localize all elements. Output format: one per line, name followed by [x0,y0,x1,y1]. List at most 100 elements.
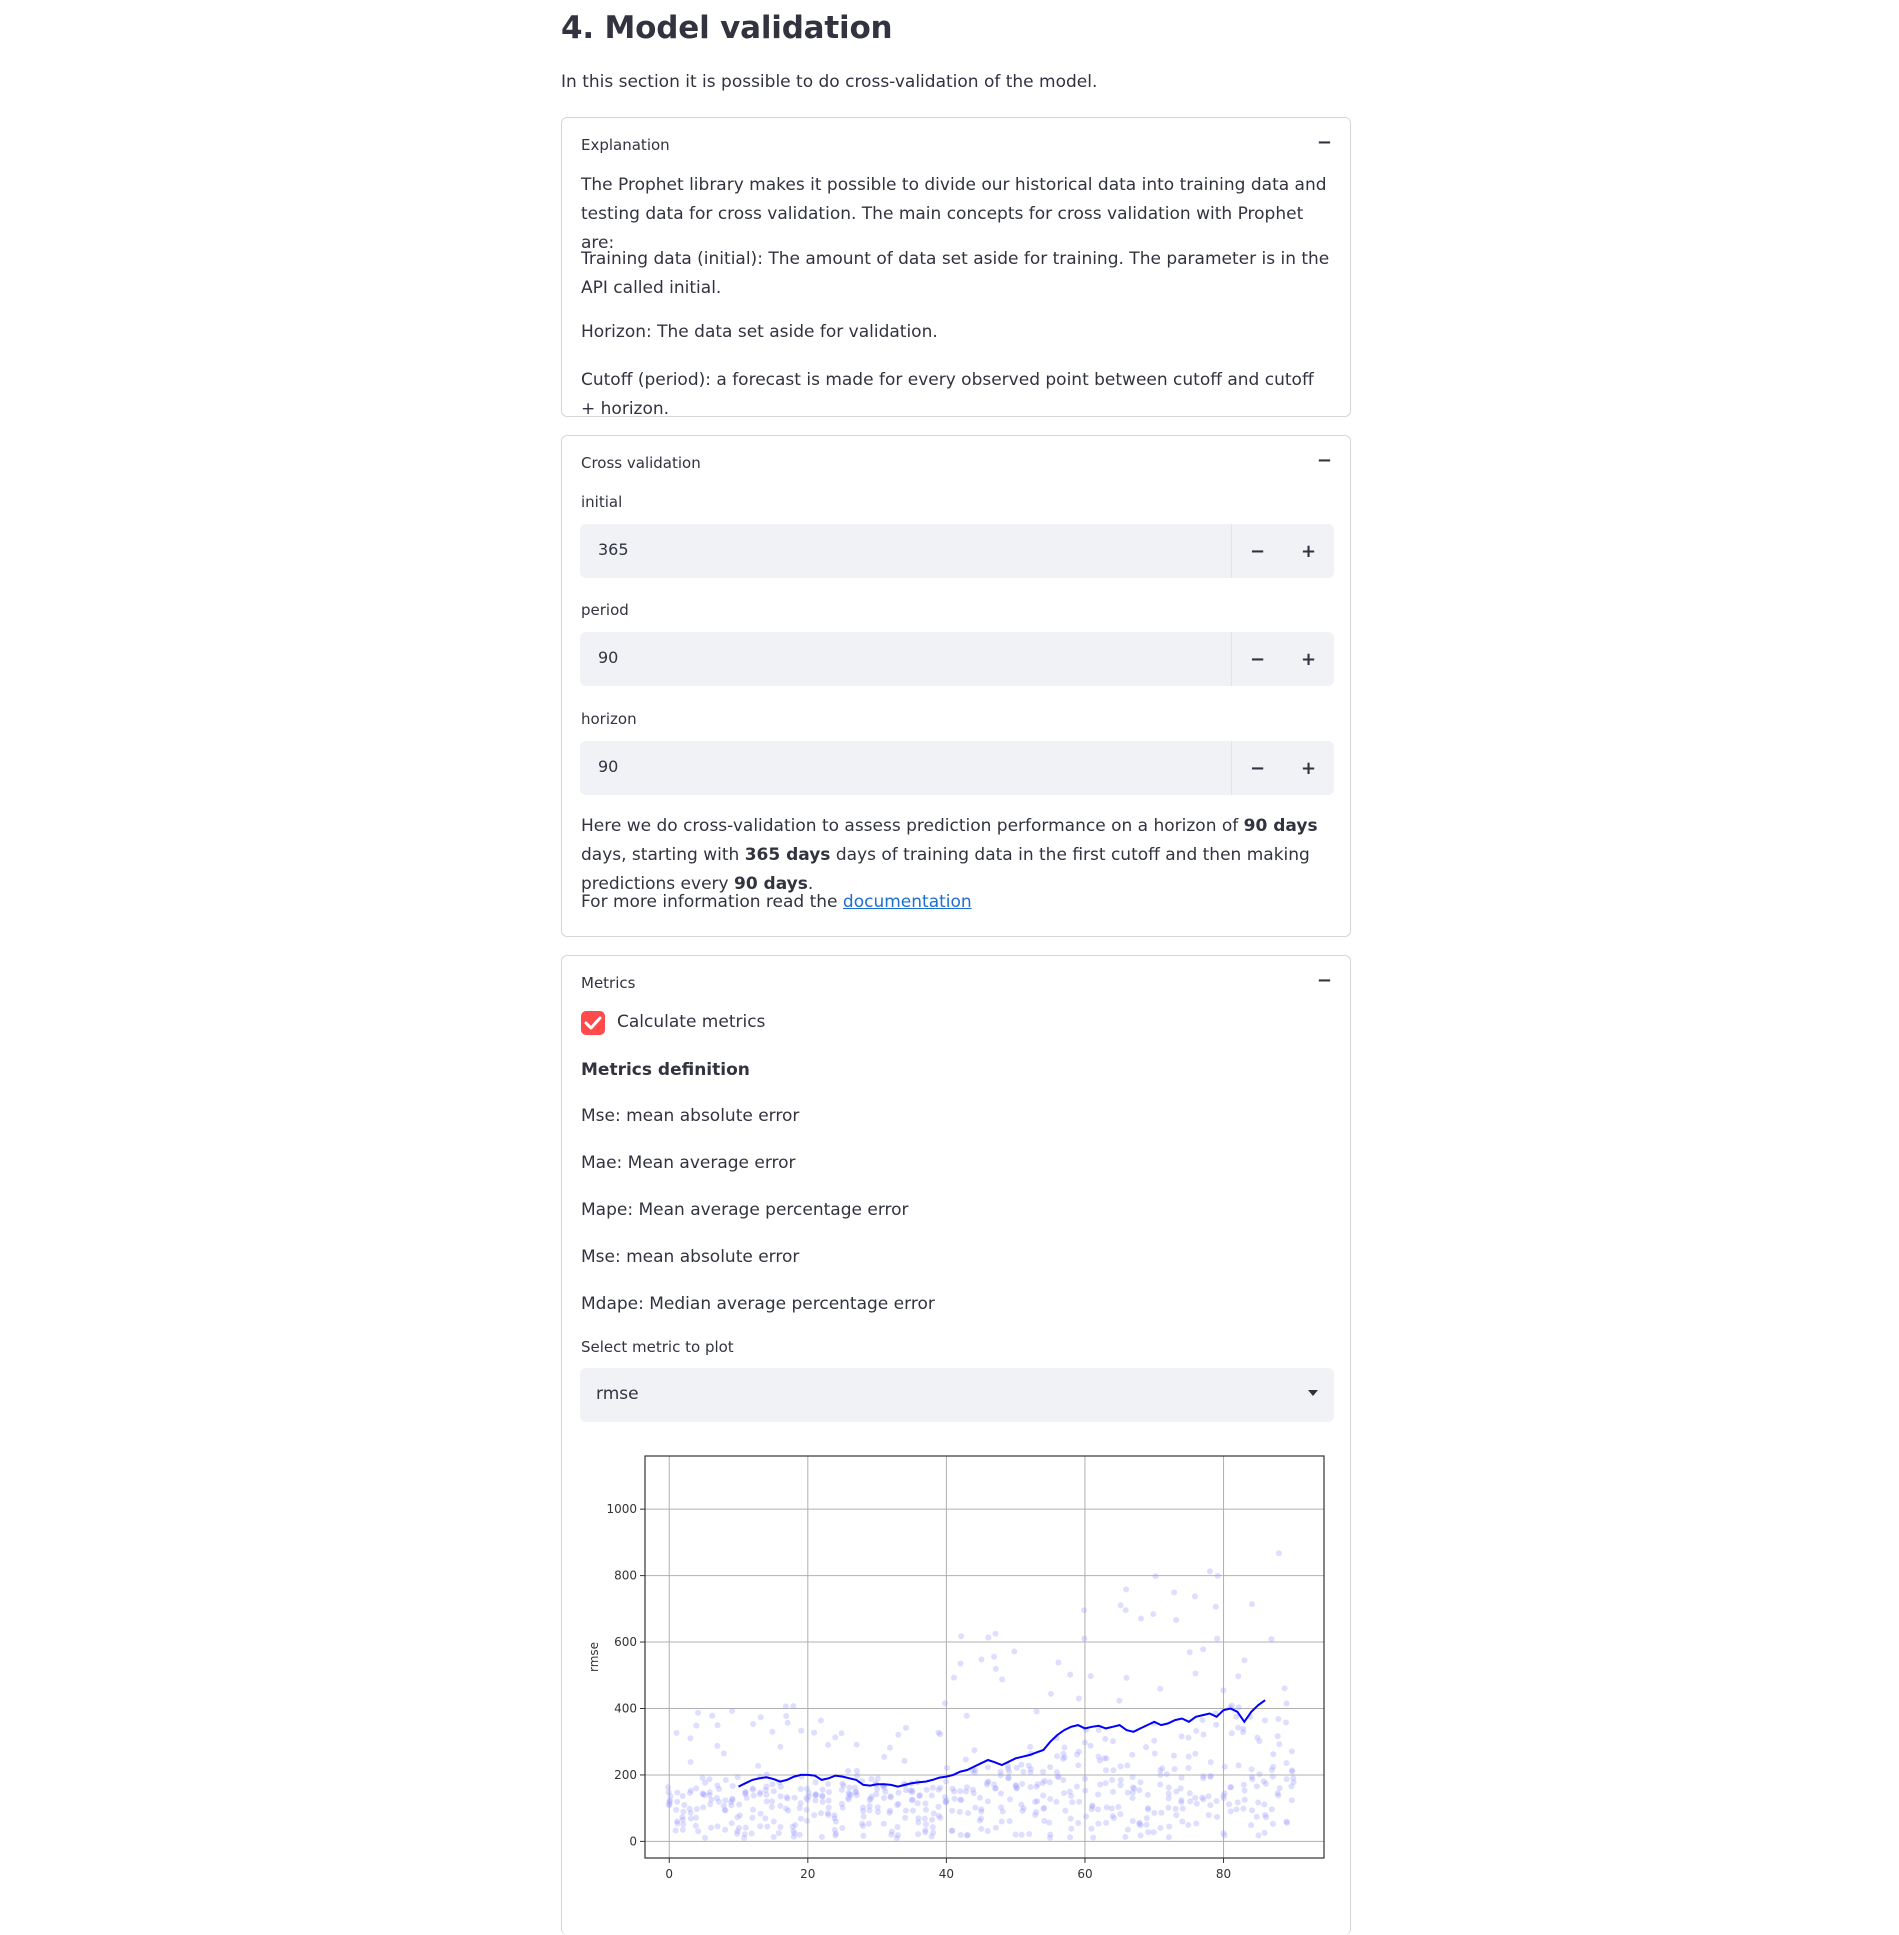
scatter-point [819,1798,826,1805]
scatter-point [1205,1811,1212,1818]
scatter-point [680,1808,687,1815]
scatter-point [1110,1767,1117,1774]
scatter-point [706,1789,713,1796]
scatter-point [720,1750,727,1757]
increment-button[interactable]: + [1283,741,1334,795]
scatter-point [1047,1690,1054,1697]
scatter-point [791,1830,798,1837]
cross-validation-header[interactable]: Cross validation [581,454,701,472]
checkmark-icon [584,1016,602,1030]
scatter-point [838,1730,845,1737]
scatter-point [1283,1700,1290,1707]
decrement-button[interactable]: − [1231,632,1283,686]
scatter-point [729,1782,736,1789]
scatter-point [1062,1807,1069,1814]
horizon-value[interactable]: 90 [598,757,618,776]
metric-select[interactable]: rmse [580,1368,1334,1422]
documentation-link[interactable]: documentation [843,892,972,912]
increment-button[interactable]: + [1283,632,1334,686]
metrics-header[interactable]: Metrics [581,974,635,992]
calculate-metrics-checkbox[interactable] [581,1011,605,1035]
scatter-point [1102,1735,1109,1742]
scatter-point [812,1791,819,1798]
metric-select-value[interactable]: rmse [596,1384,639,1404]
increment-button[interactable]: + [1283,524,1334,578]
scatter-point [895,1731,902,1738]
scatter-point [1275,1792,1282,1799]
decrement-button[interactable]: − [1231,741,1283,795]
scatter-point [686,1805,693,1812]
scatter-point [819,1793,826,1800]
scatter-point [984,1764,991,1771]
scatter-point [1288,1797,1295,1804]
scatter-point [1006,1768,1013,1775]
scatter-point [1187,1798,1194,1805]
scatter-point [1200,1646,1207,1653]
scatter-point [1269,1773,1276,1780]
y-tick-label: 800 [614,1569,637,1583]
more-info: For more information read the documentat… [581,888,1331,917]
scatter-point [929,1816,936,1823]
scatter-point [818,1833,825,1840]
scatter-point [714,1823,721,1830]
scatter-point [768,1803,775,1810]
scatter-point [1193,1820,1200,1827]
scatter-point [950,1674,957,1681]
period-number-input[interactable]: 90 − + [580,632,1334,686]
scatter-point [722,1826,729,1833]
collapse-icon[interactable]: − [1317,132,1332,153]
scatter-point [1288,1748,1295,1755]
scatter-point [755,1762,762,1769]
initial-value[interactable]: 365 [598,540,629,559]
scatter-point [866,1802,873,1809]
scatter-point [1248,1774,1255,1781]
scatter-point [1269,1820,1276,1827]
scatter-point [957,1660,964,1667]
scatter-point [1143,1744,1150,1751]
scatter-point [1068,1792,1075,1799]
scatter-point [1117,1776,1124,1783]
scatter-point [929,1784,936,1791]
scatter-point [839,1804,846,1811]
explanation-header[interactable]: Explanation [581,136,670,154]
scatter-point [1136,1787,1143,1794]
scatter-point [937,1784,944,1791]
collapse-icon[interactable]: − [1317,970,1332,991]
scatter-point [949,1807,956,1814]
scatter-point [687,1787,694,1794]
scatter-point [1270,1751,1277,1758]
scatter-point [949,1827,956,1834]
scatter-point [1082,1787,1089,1794]
initial-number-input[interactable]: 365 − + [580,524,1334,578]
scatter-point [1173,1617,1180,1624]
scatter-point [902,1807,909,1814]
summary-text: days, starting with [581,845,745,865]
scatter-point [757,1714,764,1721]
scatter-point [1179,1818,1186,1825]
y-tick-label: 1000 [606,1502,637,1516]
collapse-icon[interactable]: − [1317,450,1332,471]
scatter-point [1095,1791,1102,1798]
scatter-point [903,1724,910,1731]
scatter-point [962,1756,969,1763]
calculate-metrics-label[interactable]: Calculate metrics [617,1012,765,1032]
scatter-point [1249,1807,1256,1814]
scatter-point [1129,1817,1136,1824]
scatter-point [734,1814,741,1821]
scatter-point [804,1785,811,1792]
horizon-number-input[interactable]: 90 − + [580,741,1334,795]
cv-summary: Here we do cross-validation to assess pr… [581,812,1331,899]
scatter-point [978,1808,985,1815]
scatter-point [1054,1753,1061,1760]
period-value[interactable]: 90 [598,648,618,667]
scatter-point [860,1813,867,1820]
scatter-point [1228,1730,1235,1737]
chevron-down-icon[interactable] [1308,1390,1318,1396]
scatter-point [1276,1741,1283,1748]
scatter-point [1110,1738,1117,1745]
scatter-point [673,1806,680,1813]
scatter-point [1067,1671,1074,1678]
decrement-button[interactable]: − [1231,524,1283,578]
scatter-point [984,1779,991,1786]
scatter-point [825,1781,832,1788]
